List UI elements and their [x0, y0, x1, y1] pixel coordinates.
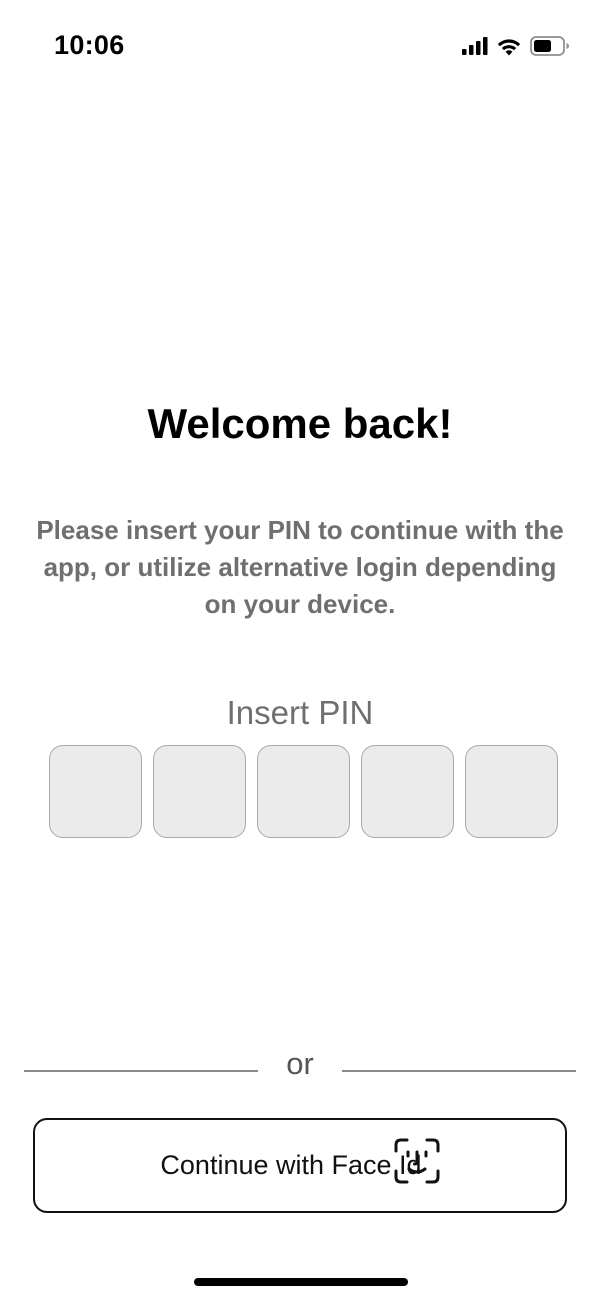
- status-bar: 10:06: [0, 0, 600, 90]
- pin-digit-field-5[interactable]: [465, 745, 558, 838]
- welcome-title: Welcome back!: [147, 400, 453, 447]
- status-icons: [462, 36, 570, 56]
- home-indicator[interactable]: [194, 1278, 408, 1286]
- welcome-subtitle: Please insert your PIN to continue with …: [36, 515, 564, 619]
- face-id-button-label: Continue with Face Id: [160, 1150, 422, 1180]
- pin-digit-field-2[interactable]: [153, 745, 246, 838]
- pin-digit-field-4[interactable]: [361, 745, 454, 838]
- divider-line-right: [342, 1070, 576, 1072]
- continue-with-face-id-button[interactable]: Continue with Face Id: [33, 1118, 567, 1213]
- battery-icon: [530, 36, 570, 56]
- pin-digit-field-3[interactable]: [257, 745, 350, 838]
- face-id-icon: [394, 1138, 440, 1189]
- pin-label: Insert PIN: [226, 694, 374, 731]
- cellular-signal-icon: [462, 37, 488, 55]
- status-time: 10:06: [54, 30, 125, 60]
- divider-text: or: [286, 1046, 314, 1081]
- or-divider: or: [24, 1046, 576, 1086]
- login-screen: 10:06 Welcome back! Please insert your P…: [0, 0, 600, 1300]
- wifi-icon: [496, 37, 522, 56]
- pin-digit-field-1[interactable]: [49, 745, 142, 838]
- pin-input-group: [49, 745, 558, 838]
